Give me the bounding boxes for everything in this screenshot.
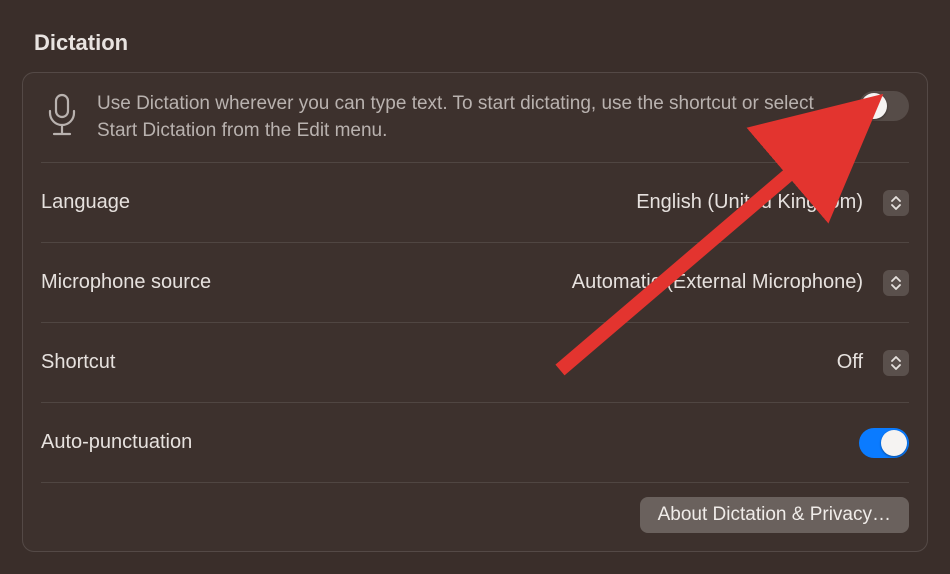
dictation-panel: Use Dictation wherever you can type text… (22, 72, 928, 552)
language-row[interactable]: Language English (United Kingdom) (41, 163, 909, 243)
auto-punctuation-toggle[interactable] (859, 428, 909, 458)
microphone-source-row[interactable]: Microphone source Automatic (External Mi… (41, 243, 909, 323)
microphone-source-label: Microphone source (41, 271, 211, 294)
section-title: Dictation (34, 30, 928, 56)
shortcut-label: Shortcut (41, 351, 115, 374)
language-label: Language (41, 191, 130, 214)
microphone-icon (41, 91, 83, 137)
shortcut-select-stepper[interactable] (883, 350, 909, 376)
language-select-stepper[interactable] (883, 190, 909, 216)
auto-punctuation-row: Auto-punctuation (41, 403, 909, 483)
microphone-source-value: Automatic (External Microphone) (225, 271, 869, 294)
language-value: English (United Kingdom) (144, 191, 869, 214)
shortcut-value: Off (129, 351, 869, 374)
dictation-description: Use Dictation wherever you can type text… (97, 91, 845, 144)
about-dictation-privacy-button[interactable]: About Dictation & Privacy… (640, 497, 909, 533)
shortcut-row[interactable]: Shortcut Off (41, 323, 909, 403)
auto-punctuation-label: Auto-punctuation (41, 431, 192, 454)
microphone-source-select-stepper[interactable] (883, 270, 909, 296)
dictation-intro-row: Use Dictation wherever you can type text… (41, 73, 909, 163)
dictation-toggle[interactable] (859, 91, 909, 121)
panel-footer: About Dictation & Privacy… (41, 483, 909, 551)
